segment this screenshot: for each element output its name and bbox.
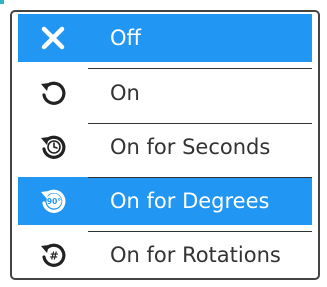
menu-item-on-for-rotations[interactable]: # On for Rotations xyxy=(18,231,312,278)
menu-item-label: On xyxy=(110,81,140,105)
menu-item-off[interactable]: Off xyxy=(18,14,312,62)
menu-item-label: Off xyxy=(110,26,141,50)
rotate-count-icon: # xyxy=(38,240,68,270)
menu-item-label: On for Seconds xyxy=(110,135,271,159)
svg-text:90°: 90° xyxy=(47,197,61,206)
menu-item-label: On for Degrees xyxy=(110,189,270,213)
menu-item-on-for-degrees[interactable]: 90° On for Degrees xyxy=(18,177,312,225)
close-icon xyxy=(38,23,68,53)
menu-item-label: On for Rotations xyxy=(110,243,281,267)
rotate-icon xyxy=(38,78,68,108)
corner-mark xyxy=(0,0,4,4)
menu-item-on-for-seconds[interactable]: On for Seconds xyxy=(18,123,312,171)
svg-text:#: # xyxy=(49,250,58,263)
mode-dropdown-menu: Off On On for Seconds 90° On for Degrees… xyxy=(10,10,320,280)
rotate-timer-icon xyxy=(38,132,68,162)
rotate-degrees-icon: 90° xyxy=(38,186,68,216)
menu-item-on[interactable]: On xyxy=(18,69,312,117)
